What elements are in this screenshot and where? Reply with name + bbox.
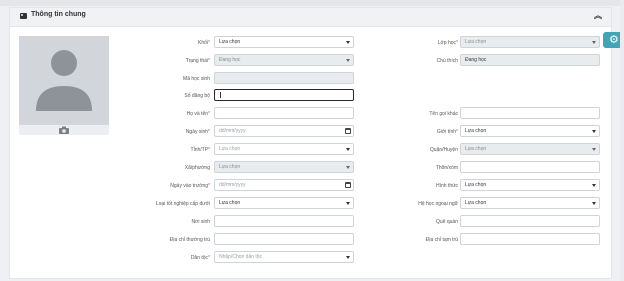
que-quan-label: Quê quán	[436, 219, 458, 225]
caret-down-icon	[592, 184, 596, 187]
loai-tot-nghiep-label: Loại tốt nghiệp cấp dưới	[155, 201, 210, 207]
lop-hoc-label: Lớp học*	[437, 40, 458, 46]
dan-toc-label: Dân tộc*	[190, 255, 210, 261]
que-quan-input[interactable]	[460, 215, 600, 227]
khoi-select[interactable]: Lựa chọn	[214, 36, 354, 48]
page-scrollbar[interactable]	[620, 0, 624, 281]
ngay-vao-truong-label: Ngày vào trường*	[170, 183, 210, 189]
so-dang-bo-input[interactable]	[214, 89, 354, 101]
dia-chi-tam-tru-input[interactable]	[460, 233, 600, 245]
ma-hoc-sinh-input[interactable]	[214, 72, 354, 84]
ngay-sinh-input[interactable]: dd/mm/yyyy	[214, 125, 354, 137]
thon-xom-label: Thôn/xóm	[435, 165, 458, 171]
tinh-tp-select[interactable]: Lựa chọn	[214, 143, 354, 155]
dan-toc-select[interactable]: Nhập/Chọn dân tộc	[214, 251, 354, 263]
tinh-tp-label: Tỉnh/TP*	[190, 147, 210, 153]
thon-xom-input[interactable]	[460, 161, 600, 173]
hinh-thuc-label: Hình thức	[436, 183, 458, 189]
double-chevron-up-icon[interactable]: ︽	[594, 12, 602, 20]
gear-icon: ⚙	[609, 33, 619, 46]
loai-tot-nghiep-select[interactable]: Lựa chọn	[214, 197, 354, 209]
calendar-icon[interactable]	[345, 128, 351, 134]
quan-huyen-label: Quận/Huyện	[429, 147, 458, 153]
top-strip	[0, 0, 624, 6]
text-cursor	[220, 92, 221, 98]
caret-down-icon	[592, 148, 596, 151]
avatar-upload-bar[interactable]	[19, 125, 109, 135]
he-hoc-ngoai-ngu-label: Hệ học ngoại ngữ	[418, 201, 458, 207]
xa-phuong-select[interactable]: Lựa chọn	[214, 161, 354, 173]
trang-thai-select[interactable]: Đang học	[214, 54, 354, 66]
trang-thai-label: Trạng thái*	[185, 58, 210, 64]
panel-header[interactable]: Thông tin chung ︽	[10, 8, 611, 27]
ten-goi-khac-label: Tên gọi khác	[429, 111, 458, 117]
dia-chi-tam-tru-label: Địa chỉ tạm trú	[425, 237, 458, 243]
caret-down-icon	[346, 59, 350, 62]
ho-va-ten-input[interactable]	[214, 107, 354, 119]
dia-chi-thuong-tru-label: Địa chỉ thường trú	[169, 237, 210, 243]
quan-huyen-select[interactable]: Lựa chọn	[460, 143, 600, 155]
ngay-vao-truong-input[interactable]: dd/mm/yyyy	[214, 179, 354, 191]
ngay-sinh-label: Ngày sinh*	[185, 129, 210, 135]
avatar	[19, 36, 109, 125]
lop-hoc-select[interactable]: Lựa chọn	[460, 36, 600, 48]
noi-sinh-label: Nơi sinh	[191, 219, 210, 225]
chu-thich-label: Chú thích	[436, 58, 458, 64]
ma-hoc-sinh-label: Mã học sinh	[183, 76, 210, 82]
camera-icon[interactable]	[59, 126, 69, 134]
caret-down-icon	[592, 202, 596, 205]
dia-chi-thuong-tru-input[interactable]	[214, 233, 354, 245]
hinh-thuc-select[interactable]: Lựa chọn	[460, 179, 600, 191]
id-card-icon	[20, 13, 27, 19]
caret-down-icon	[346, 41, 350, 44]
caret-down-icon	[592, 130, 596, 133]
gioi-tinh-label: Giới tính*	[436, 129, 458, 135]
he-hoc-ngoai-ngu-select[interactable]: Lựa chọn	[460, 197, 600, 209]
so-dang-bo-label: Số đăng bộ	[184, 93, 210, 99]
xa-phuong-label: Xã/phường	[184, 165, 210, 171]
user-silhouette-icon	[36, 50, 92, 111]
noi-sinh-input[interactable]	[214, 215, 354, 227]
panel-title: Thông tin chung	[31, 11, 86, 18]
calendar-icon[interactable]	[345, 182, 351, 188]
gioi-tinh-select[interactable]: Lựa chọn	[460, 125, 600, 137]
caret-down-icon	[592, 41, 596, 44]
caret-down-icon	[346, 148, 350, 151]
caret-down-icon	[346, 202, 350, 205]
caret-down-icon	[346, 166, 350, 169]
khoi-label: Khối*	[198, 40, 210, 46]
caret-down-icon	[346, 256, 350, 259]
chu-thich-input[interactable]: Đang học	[460, 54, 600, 66]
ten-goi-khac-input[interactable]	[460, 107, 600, 119]
ho-va-ten-label: Họ và tên*	[186, 111, 210, 117]
